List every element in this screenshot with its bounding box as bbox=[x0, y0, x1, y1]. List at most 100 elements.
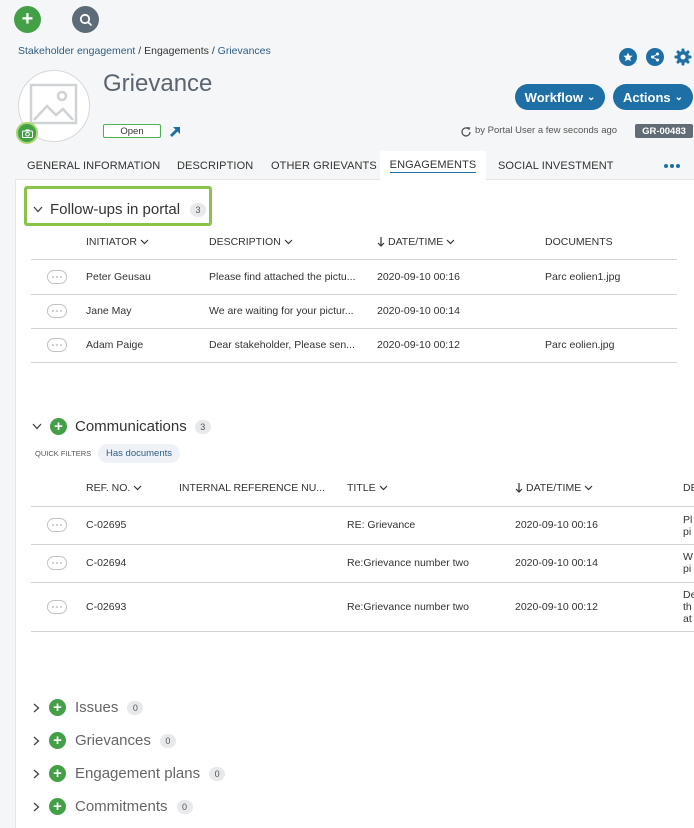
workflow-button[interactable]: Workflow ⌄ bbox=[515, 84, 605, 110]
issues-header[interactable]: + Issues 0 bbox=[33, 699, 144, 716]
comm-extra: De bbox=[683, 589, 694, 601]
actions-button[interactable]: Actions ⌄ bbox=[613, 84, 693, 110]
followup-initiator: Jane May bbox=[86, 305, 132, 317]
col-documents: DOCUMENTS bbox=[545, 236, 613, 248]
followup-document-link[interactable]: Parc eolien1.jpg bbox=[545, 271, 620, 283]
col-description[interactable]: DESCRIPTION bbox=[209, 236, 293, 248]
actions-label: Actions bbox=[622, 89, 671, 105]
divider bbox=[31, 362, 677, 363]
chevron-down-icon bbox=[140, 239, 149, 245]
chevron-down-icon bbox=[284, 239, 293, 245]
arrow-down-icon bbox=[377, 237, 385, 247]
communications-header[interactable]: + Communications 3 bbox=[32, 418, 211, 435]
chat-icon[interactable] bbox=[47, 600, 67, 614]
breadcrumb-stakeholder-engagement[interactable]: Stakeholder engagement bbox=[18, 45, 135, 57]
chat-icon[interactable] bbox=[47, 518, 67, 532]
open-link-icon[interactable] bbox=[169, 125, 181, 137]
chevron-right-icon bbox=[33, 802, 40, 811]
engagement-plans-header[interactable]: + Engagement plans 0 bbox=[33, 765, 226, 782]
comm-ref[interactable]: C-02693 bbox=[86, 601, 126, 613]
followup-description: We are waiting for your pictur... bbox=[209, 305, 354, 317]
communications-count: 3 bbox=[194, 419, 211, 434]
chevron-down-icon: ⌄ bbox=[674, 91, 684, 103]
commitments-header[interactable]: + Commitments 0 bbox=[33, 798, 193, 815]
chat-icon[interactable] bbox=[47, 338, 67, 352]
chevron-down-icon bbox=[584, 485, 593, 491]
comm-extra: at bbox=[683, 613, 692, 625]
chat-icon[interactable] bbox=[47, 270, 67, 284]
grievances-header[interactable]: + Grievances 0 bbox=[33, 732, 176, 749]
chat-icon[interactable] bbox=[47, 556, 67, 570]
chat-icon[interactable] bbox=[47, 304, 67, 318]
comm-extra: pi bbox=[683, 526, 692, 538]
comm-ref[interactable]: C-02695 bbox=[86, 519, 126, 531]
col-comm-datetime[interactable]: DATE/TIME bbox=[515, 482, 593, 494]
comm-extra: Pl bbox=[683, 514, 693, 526]
add-grievance-button[interactable]: + bbox=[49, 732, 66, 749]
followup-description: Dear stakeholder, Please sen... bbox=[209, 339, 355, 351]
add-button[interactable]: + bbox=[14, 6, 41, 33]
star-icon bbox=[623, 52, 633, 62]
gear-icon bbox=[674, 48, 692, 66]
followup-document-link[interactable]: Parc eolien.jpg bbox=[545, 339, 614, 351]
followups-title: Follow-ups in portal bbox=[50, 201, 181, 218]
communications-title: Communications bbox=[75, 418, 187, 435]
workflow-label: Workflow bbox=[524, 89, 583, 105]
comm-datetime: 2020-09-10 00:16 bbox=[515, 519, 598, 531]
grievances-title: Grievances bbox=[75, 732, 151, 749]
chevron-down-icon bbox=[133, 485, 142, 491]
tab-social-investment[interactable]: SOCIAL INVESTMENT bbox=[498, 151, 614, 180]
divider bbox=[31, 544, 694, 545]
tab-engagements[interactable]: ENGAGEMENTS bbox=[380, 151, 486, 180]
status-badge: Open bbox=[103, 124, 161, 138]
col-initiator[interactable]: INITIATOR bbox=[86, 236, 149, 248]
filter-has-documents[interactable]: Has documents bbox=[98, 444, 181, 463]
grievances-count: 0 bbox=[159, 733, 176, 748]
col-ref-no[interactable]: REF. NO. bbox=[86, 482, 142, 494]
col-title[interactable]: TITLE bbox=[347, 482, 388, 494]
tab-general-information[interactable]: GENERAL INFORMATION bbox=[27, 151, 160, 180]
followups-header[interactable]: Follow-ups in portal 3 bbox=[33, 201, 207, 218]
settings-button[interactable] bbox=[673, 47, 693, 67]
divider bbox=[31, 294, 677, 295]
col-internal-reference: INTERNAL REFERENCE NU... bbox=[179, 482, 326, 494]
col-datetime[interactable]: DATE/TIME bbox=[377, 236, 455, 248]
engagement-plans-count: 0 bbox=[209, 766, 226, 781]
issues-title: Issues bbox=[75, 699, 119, 716]
divider bbox=[31, 328, 677, 329]
add-engagement-plan-button[interactable]: + bbox=[49, 765, 66, 782]
divider bbox=[31, 506, 694, 507]
divider bbox=[31, 259, 677, 260]
followup-initiator: Peter Geusau bbox=[86, 271, 151, 283]
comm-datetime: 2020-09-10 00:12 bbox=[515, 601, 598, 613]
favorite-button[interactable] bbox=[619, 48, 637, 66]
chevron-right-icon bbox=[33, 736, 40, 745]
more-tabs-button[interactable] bbox=[664, 151, 680, 180]
engagement-plans-title: Engagement plans bbox=[75, 765, 201, 782]
arrow-down-icon bbox=[515, 483, 523, 493]
breadcrumb-grievances[interactable]: Grievances bbox=[218, 45, 271, 57]
camera-button[interactable] bbox=[16, 122, 38, 144]
refresh-icon[interactable] bbox=[460, 125, 472, 137]
chevron-right-icon bbox=[33, 703, 40, 712]
add-commitment-button[interactable]: + bbox=[49, 798, 66, 815]
share-button[interactable] bbox=[646, 48, 664, 66]
chevron-right-icon bbox=[33, 769, 40, 778]
tab-description[interactable]: DESCRIPTION bbox=[177, 151, 253, 180]
search-icon bbox=[79, 13, 92, 26]
add-communication-button[interactable]: + bbox=[50, 418, 67, 435]
breadcrumb-engagements[interactable]: Engagements bbox=[144, 45, 209, 57]
comm-extra: th bbox=[683, 601, 692, 613]
quick-filters-label: QUICK FILTERS bbox=[35, 449, 92, 458]
comm-extra: pi bbox=[683, 563, 692, 575]
comm-ref[interactable]: C-02694 bbox=[86, 557, 126, 569]
chevron-down-icon bbox=[379, 485, 388, 491]
chevron-down-icon bbox=[446, 239, 455, 245]
chevron-down-icon bbox=[32, 423, 42, 430]
add-issue-button[interactable]: + bbox=[49, 699, 66, 716]
search-button[interactable] bbox=[72, 6, 99, 33]
commitments-count: 0 bbox=[176, 799, 193, 814]
comm-datetime: 2020-09-10 00:14 bbox=[515, 557, 598, 569]
camera-icon bbox=[21, 129, 33, 138]
tab-other-grievants[interactable]: OTHER GRIEVANTS bbox=[271, 151, 377, 180]
